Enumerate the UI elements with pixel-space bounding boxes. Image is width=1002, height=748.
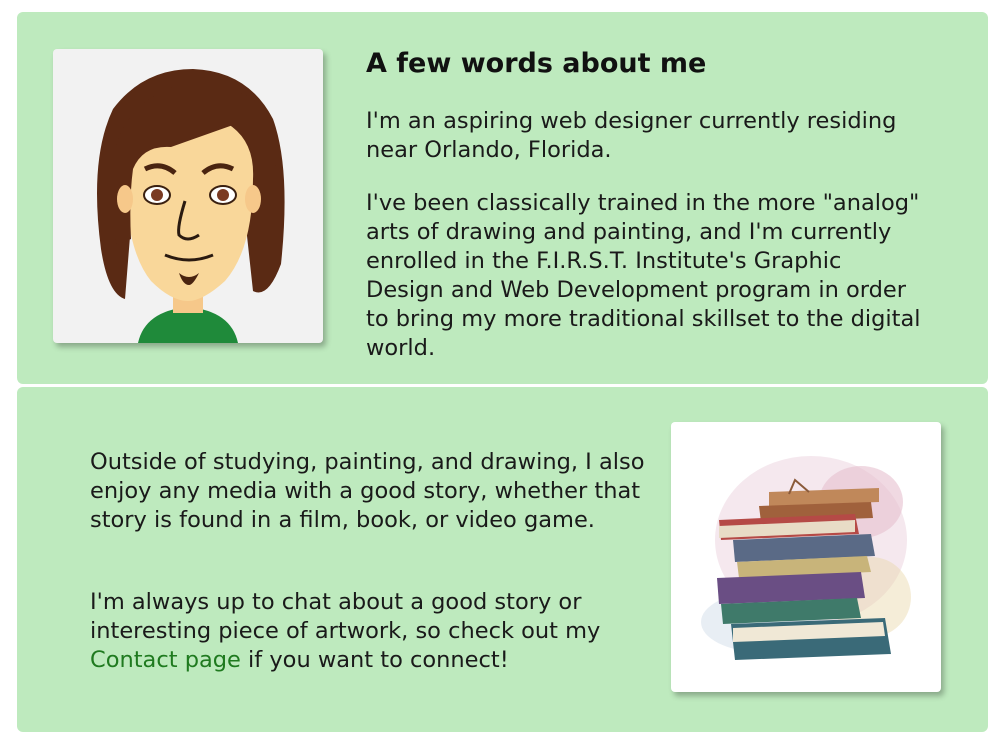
hobbies-contact-text: I'm always up to chat about a good story… [90,588,645,675]
about-intro-text: I'm an aspiring web designer currently r… [366,108,897,163]
about-me-card: A few words about me I'm an aspiring web… [17,12,988,384]
avatar-photo [53,49,323,343]
about-heading: A few words about me [366,48,707,79]
contact-suffix: if you want to connect! [240,647,509,673]
hobbies-card: Outside of studying, painting, and drawi… [17,387,988,732]
about-training-text: I've been classically trained in the mor… [366,190,921,361]
books-photo [671,422,941,692]
hobbies-interests-text: Outside of studying, painting, and drawi… [90,449,645,533]
contact-prefix: I'm always up to chat about a good story… [90,589,601,644]
book-stack-icon [701,456,911,660]
contact-page-link[interactable]: Contact page [90,647,241,673]
mii-avatar-icon [97,69,285,343]
